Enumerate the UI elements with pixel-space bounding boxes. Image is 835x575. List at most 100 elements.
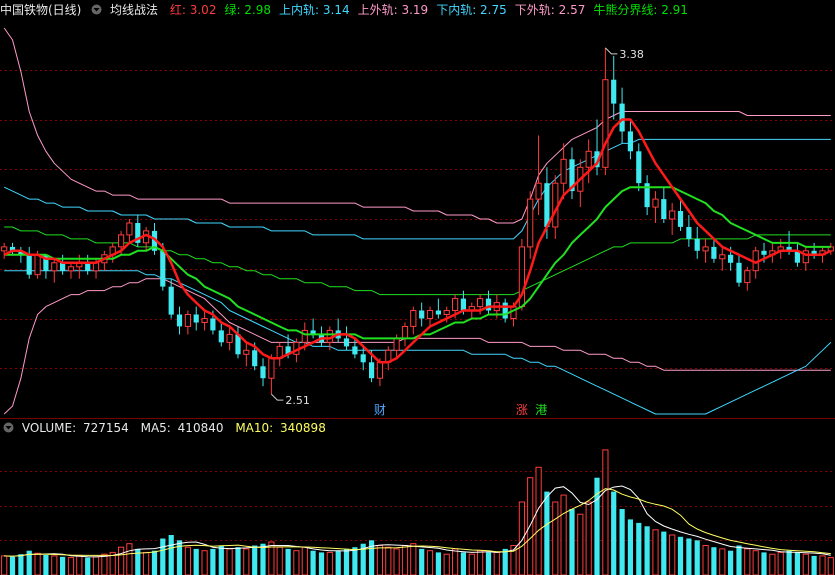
volume-bar-down — [43, 555, 49, 575]
candle-body-down — [728, 254, 734, 263]
candle-body-down — [343, 338, 350, 347]
candle-body-up — [243, 349, 250, 355]
volume-bar-up — [535, 466, 542, 575]
volume-bar-down — [210, 548, 216, 575]
candle-body-up — [744, 270, 751, 284]
candle-body-down — [168, 286, 174, 315]
candle-body-down — [460, 298, 466, 311]
candle-body-down — [260, 366, 266, 379]
volume-bar-down — [502, 548, 508, 575]
volume-bar-up — [376, 545, 383, 575]
volume-bar-down — [343, 548, 350, 575]
volume-bar-down — [686, 538, 692, 575]
low-price-label: 2.51 — [285, 394, 310, 407]
candle-body-up — [67, 266, 75, 272]
volume-bar-up — [326, 551, 333, 575]
volume-bar-up — [802, 553, 809, 575]
candle-body-up — [602, 79, 609, 168]
volume-bar-up — [226, 548, 233, 575]
main-legend: 中国铁物(日线) 均线战法 红: 3.02 绿: 2.98 上内轨: 3.14 上外轨… — [0, 0, 699, 20]
volume-bar-up — [243, 548, 250, 575]
volume-bar-down — [627, 519, 633, 575]
indicator-value-4: 下内轨: 2.75 — [436, 3, 507, 17]
marker-zhang: 涨 — [516, 402, 528, 417]
candle-body-up — [184, 314, 192, 327]
stock-name[interactable]: 中国铁物(日线) — [0, 3, 81, 17]
candle-body-down — [210, 318, 216, 331]
indicator-dropdown-icon[interactable] — [91, 4, 102, 15]
low-pointer — [271, 393, 284, 401]
volume-bar-down — [728, 550, 734, 575]
candle-body-up — [301, 329, 308, 343]
volume-grid — [0, 471, 835, 541]
ma10-label: MA10: — [235, 421, 274, 435]
candle-body-down — [419, 310, 425, 319]
candle-body-down — [26, 254, 32, 275]
candle-body-up — [560, 158, 567, 184]
candle-body-up — [510, 306, 517, 320]
volume-bar-down — [736, 545, 742, 575]
candle-body-down — [360, 354, 366, 363]
candle-body-down — [661, 199, 667, 219]
candle-body-down — [761, 250, 767, 255]
candle-body-up — [118, 234, 125, 248]
indicator-value-1: 绿: 2.98 — [224, 3, 272, 17]
volume-bar-up — [51, 555, 58, 575]
indicator-value-3: 上外轨: 3.19 — [357, 3, 429, 17]
volume-bar-up — [118, 546, 125, 575]
volume-bar-down — [460, 552, 466, 575]
price-chart[interactable]: 3.38 2.51 财 涨港 — [0, 20, 835, 418]
volume-bar-up — [477, 550, 484, 575]
volume-bar-up — [744, 548, 751, 575]
volume-bar-down — [235, 547, 241, 575]
volume-bar-down — [711, 547, 717, 575]
candle-body-up — [669, 210, 676, 220]
volume-bar-down — [619, 509, 625, 575]
bull-bear-line — [4, 226, 831, 296]
volume-dropdown-icon[interactable] — [3, 422, 14, 433]
volume-bar-down — [644, 526, 650, 575]
indicator-name[interactable]: 均线战法 — [110, 3, 158, 17]
indicator-value-2: 上内轨: 3.14 — [279, 3, 350, 17]
volume-bar-down — [661, 531, 667, 575]
volume-chart[interactable] — [0, 436, 835, 575]
ma10-value: 340898 — [280, 421, 326, 435]
volume-bar-down — [160, 538, 166, 575]
candle-body-down — [636, 151, 642, 184]
price-grid — [0, 70, 835, 369]
volume-bar-down — [260, 543, 266, 575]
volume-bar-up — [585, 501, 592, 575]
candle-body-up — [268, 357, 275, 379]
lower-outer-band-line — [3, 278, 831, 415]
candle-body-down — [352, 346, 358, 355]
candle-body-down — [435, 310, 441, 315]
volume-bar-up — [126, 543, 133, 575]
lower-inner-band-line — [4, 270, 832, 415]
candle-body-up — [585, 150, 592, 168]
volume-bar-up — [702, 545, 709, 575]
volume-bar-up — [34, 552, 41, 575]
indicator-value-5: 下外轨: 2.57 — [514, 3, 586, 17]
candle-body-down — [711, 246, 717, 259]
volume-bar-down — [677, 536, 684, 575]
volume-bar-down — [419, 548, 425, 575]
candle-body-up — [34, 254, 41, 276]
volume-bar-down — [794, 552, 800, 575]
volume-bar-up — [819, 555, 826, 575]
volume-bar-up — [385, 546, 392, 575]
volume-bar-up — [76, 555, 83, 575]
candle-body-up — [201, 318, 208, 323]
high-price-label: 3.38 — [619, 48, 644, 61]
volume-bar-down — [761, 552, 767, 575]
volume-bar-down — [168, 535, 174, 575]
candle-body-down — [369, 362, 375, 379]
volume-bar-up — [493, 551, 500, 575]
candle-body-down — [736, 262, 742, 283]
volume-bar-down — [352, 547, 358, 575]
volume-bar-up — [426, 550, 434, 575]
red-ma-line — [3, 118, 832, 364]
volume-bar-down — [611, 491, 617, 575]
candle-body-up — [652, 198, 659, 208]
ma5-value: 410840 — [177, 421, 224, 435]
volume-bar-up — [443, 553, 450, 575]
